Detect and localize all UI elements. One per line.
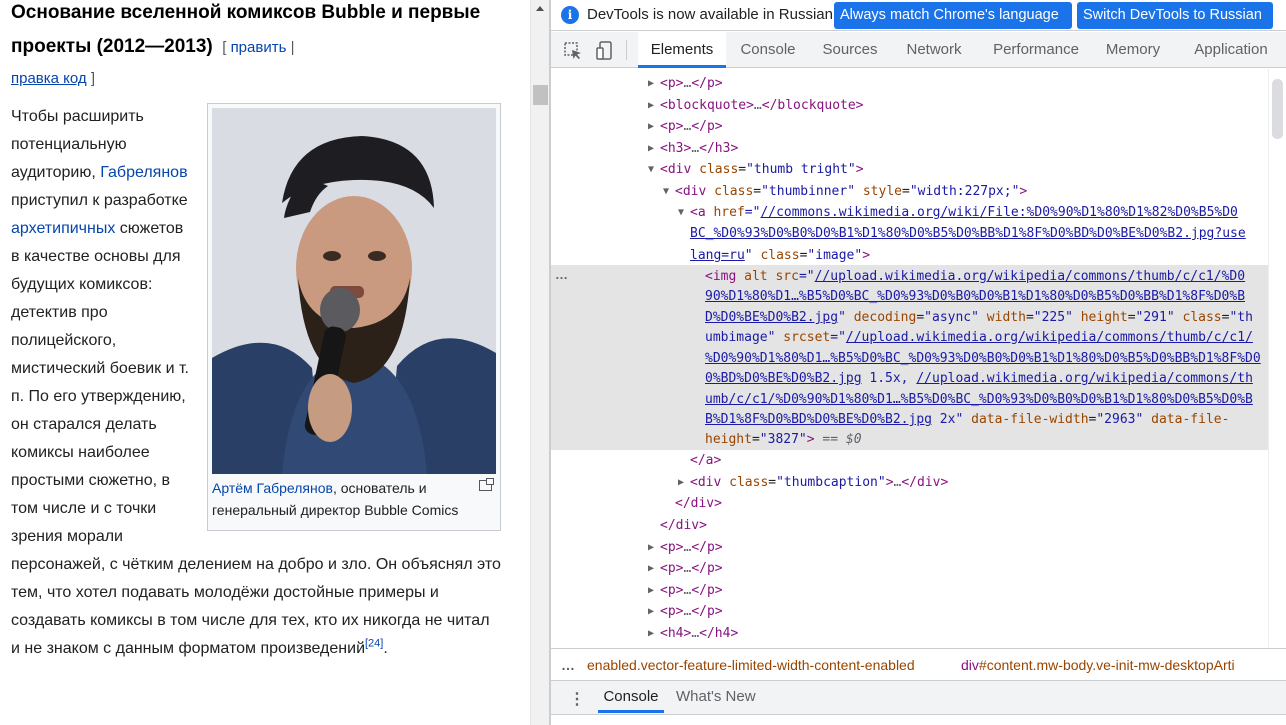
dom-attr-continuation: lang=ru" class="image">	[690, 248, 871, 263]
dom-node-div-thumbinner[interactable]: ▼ <div class="thumbinner" style="width:22…	[551, 181, 1286, 203]
dom-attr-continuation: height="3827"> == $0	[705, 432, 862, 447]
dom-node-p[interactable]: ▶ <p>…</p>	[551, 558, 1286, 580]
archetypal-link[interactable]: архетипичных	[11, 220, 115, 237]
dom-node-p[interactable]: ▶ <p>…</p>	[551, 116, 1286, 138]
tab-performance[interactable]: Performance	[983, 32, 1089, 68]
reference-link[interactable]: [24]	[365, 638, 383, 650]
caption-person-link[interactable]: Артём Габрелянов	[212, 480, 333, 496]
edit-link[interactable]: править	[231, 39, 287, 56]
dom-node-div-close[interactable]: </div>	[551, 493, 1286, 515]
dom-attr-continuation: %D0%90%D1%80%D1…%B5%D0%BC_%D0%93%D0%B0%D…	[705, 351, 1261, 366]
breadcrumb-item-content[interactable]: div#content.mw-body.ve-init-mw-desktopAr…	[961, 649, 1235, 680]
para-text-4: .	[383, 640, 388, 657]
drawer-tab-console[interactable]: Console	[598, 681, 664, 713]
tab-application[interactable]: Application	[1183, 32, 1279, 68]
portrait-photo[interactable]	[212, 108, 496, 474]
devtools-panel: i DevTools is now available in Russian! …	[551, 0, 1286, 725]
edit-code-wrapper: правка код ]	[11, 70, 96, 87]
breadcrumb: … enabled.vector-feature-limited-width-c…	[551, 648, 1286, 680]
edit-code-link[interactable]: правка код	[11, 70, 87, 87]
dom-node-a-image[interactable]: ▼ <a href="//commons.wikimedia.org/wiki/F…	[551, 202, 1286, 224]
language-infobar: i DevTools is now available in Russian! …	[551, 0, 1286, 31]
device-toolbar-icon[interactable]	[595, 41, 615, 61]
dom-node-img-selected[interactable]: <img alt src="//upload.wikimedia.org/wik…	[551, 266, 1286, 288]
para-text-2: приступил к разработке	[11, 192, 188, 209]
dom-node-p[interactable]: ▶ <p>…</p>	[551, 73, 1286, 95]
scroll-up-arrow-icon[interactable]	[536, 6, 544, 11]
dom-attr-continuation: D%D0%BE%D0%B2.jpg" decoding="async" widt…	[705, 310, 1253, 325]
dom-attr-continuation: umbimage" srcset="//upload.wikimedia.org…	[705, 330, 1253, 345]
devtools-drawer: ⋮ Console What's New	[551, 680, 1286, 725]
wikipedia-article: Основание вселенной комиксов Bubble и пе…	[0, 0, 530, 725]
image-thumbnail: Артём Габрелянов, основатель и генеральн…	[207, 103, 501, 531]
portrait-illustration	[212, 108, 496, 474]
dom-scrollbar-thumb[interactable]	[1272, 79, 1283, 139]
page-scrollbar[interactable]	[530, 0, 549, 725]
inspect-element-icon[interactable]	[563, 41, 583, 61]
devtools-tabbar: Elements Console Sources Network Perform…	[551, 32, 1286, 68]
tab-elements[interactable]: Elements	[638, 32, 726, 68]
always-match-language-button[interactable]: Always match Chrome's language	[834, 2, 1072, 29]
console-toolbar	[551, 714, 1286, 725]
dom-tree: … ▶ <p>…</p> ▶ <blockquote>…</blockquote> …	[551, 69, 1286, 648]
page-scrollbar-thumb[interactable]	[533, 85, 548, 105]
dom-attr-continuation: BC_%D0%93%D0%B0%D0%B1%D1%80%D0%B5%D0%BB%…	[690, 226, 1246, 241]
dom-attr-continuation: B%D1%8F%D0%BD%D0%BE%D0%B2.jpg 2x" data-f…	[705, 412, 1230, 427]
dom-node-p[interactable]: ▶ <p>…</p>	[551, 537, 1286, 559]
thumb-caption: Артём Габрелянов, основатель и генеральн…	[212, 477, 496, 521]
dom-node-h4[interactable]: ▶ <h4>…</h4>	[551, 623, 1286, 645]
tab-console[interactable]: Console	[731, 32, 805, 68]
dom-attr-continuation: 0%BD%D0%BE%D0%B2.jpg 1.5x, //upload.wiki…	[705, 371, 1253, 386]
breadcrumb-item-body[interactable]: enabled.vector-feature-limited-width-con…	[587, 649, 915, 680]
dom-node-h3[interactable]: ▶ <h3>…</h3>	[551, 138, 1286, 160]
switch-to-russian-button[interactable]: Switch DevTools to Russian	[1077, 2, 1273, 29]
dom-node-div-thumb[interactable]: ▼ <div class="thumb tright">	[551, 159, 1286, 181]
dom-node-p[interactable]: ▶ <p>…</p>	[551, 601, 1286, 623]
drawer-tab-whats-new[interactable]: What's New	[676, 681, 756, 713]
info-icon: i	[561, 6, 579, 24]
dom-attr-continuation: 90%D1%80%D1…%B5%D0%BC_%D0%93%D0%B0%D0%B1…	[705, 289, 1246, 304]
tab-network[interactable]: Network	[896, 32, 972, 68]
dom-attr-continuation: umb/c/c1/%D0%90%D1%80%D1…%B5%D0%BC_%D0%9…	[705, 392, 1253, 407]
gabrelyanov-link[interactable]: Габрелянов	[100, 164, 187, 181]
dom-node-a-close[interactable]: </a>	[551, 450, 1286, 472]
tab-sources[interactable]: Sources	[815, 32, 885, 68]
dom-node-div-thumbcaption[interactable]: ▶ <div class="thumbcaption">…</div>	[551, 472, 1286, 494]
enlarge-icon[interactable]	[479, 478, 494, 491]
section-heading: Основание вселенной комиксов Bubble и пе…	[11, 0, 481, 65]
dom-node-p[interactable]: ▶ <p>…</p>	[551, 580, 1286, 602]
edit-section-links: [ править |	[222, 39, 295, 56]
toolbar-separator	[626, 40, 627, 60]
infobar-message: DevTools is now available in Russian!	[587, 6, 838, 23]
article-paragraph: Артём Габрелянов, основатель и генеральн…	[11, 103, 501, 663]
dom-node-div-close[interactable]: </div>	[551, 515, 1286, 537]
tab-memory[interactable]: Memory	[1098, 32, 1168, 68]
breadcrumb-overflow-button[interactable]: …	[561, 649, 575, 680]
dom-scrollbar[interactable]	[1268, 69, 1286, 648]
dom-node-blockquote[interactable]: ▶ <blockquote>…</blockquote>	[551, 95, 1286, 117]
drawer-menu-icon[interactable]: ⋮	[569, 689, 585, 709]
